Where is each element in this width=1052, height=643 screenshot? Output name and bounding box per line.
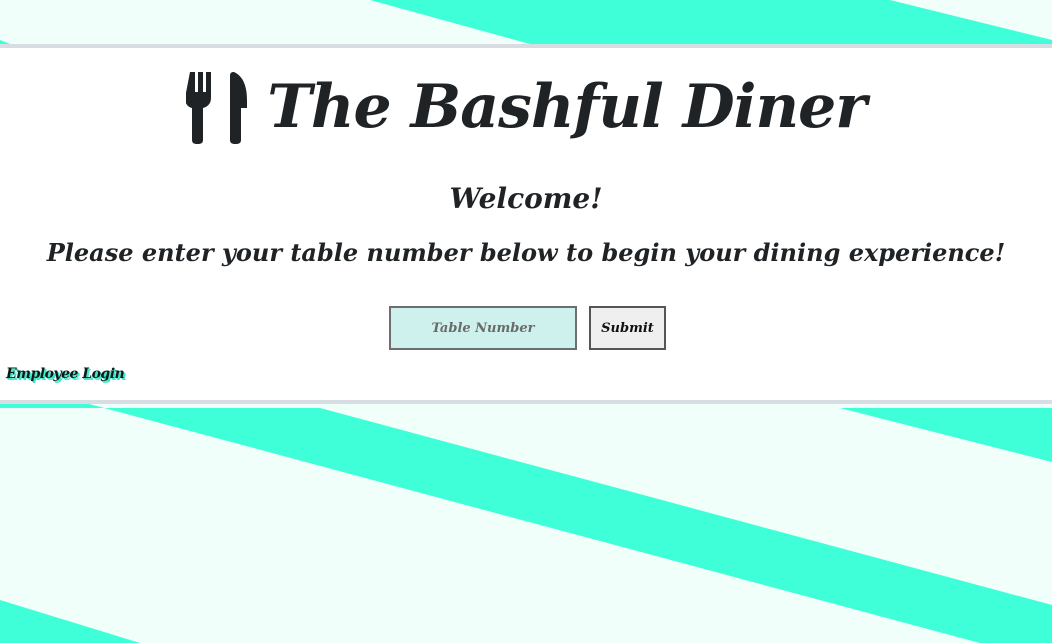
employee-login-link[interactable]: Employee Login	[6, 366, 125, 382]
submit-button[interactable]: Submit	[589, 306, 666, 350]
header: The Bashful Diner	[0, 70, 1052, 144]
utensils-icon	[186, 72, 248, 144]
welcome-panel: The Bashful Diner Welcome! Please enter …	[0, 44, 1052, 404]
page-title: The Bashful Diner	[267, 72, 867, 142]
welcome-heading: Welcome!	[449, 182, 603, 215]
instruction-text: Please enter your table number below to …	[46, 238, 1006, 267]
table-number-input[interactable]	[389, 306, 577, 350]
